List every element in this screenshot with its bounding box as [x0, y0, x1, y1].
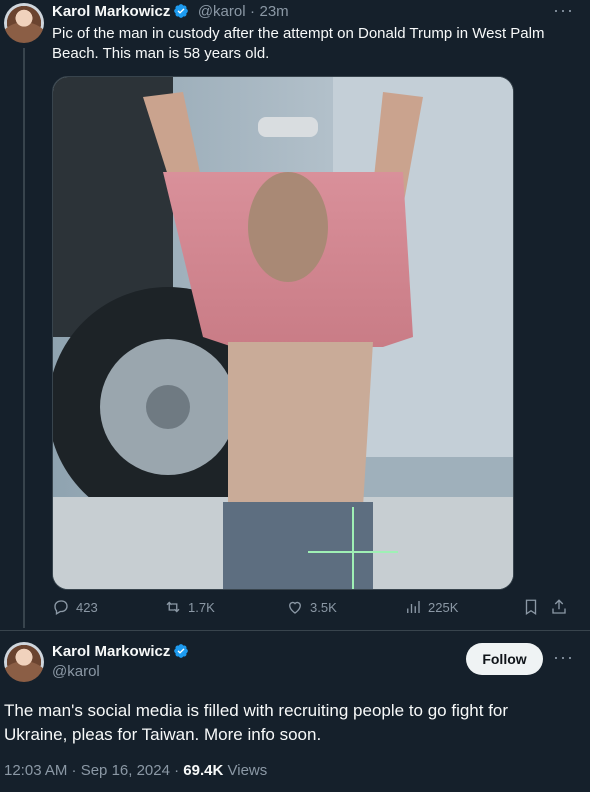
main-tweet-text: The man's social media is filled with re… — [4, 701, 509, 744]
repost-icon — [166, 601, 180, 613]
tweet-time[interactable]: 23m — [259, 3, 288, 20]
more-horizontal-icon[interactable]: ··· — [553, 647, 574, 668]
tweet-meta: 12:03 AM · Sep 16, 2024 · 69.4K Views — [4, 762, 267, 779]
views-chart-icon — [407, 601, 420, 613]
tweet-header: Karol Markowicz @karol · 23m — [52, 3, 289, 21]
reply-count: 423 — [76, 599, 98, 615]
tweet-actions: 423 1.7K 3.5K 225K — [52, 598, 572, 620]
verified-badge-icon — [173, 643, 189, 659]
author-handle[interactable]: @karol — [198, 3, 246, 20]
author-handle[interactable]: @karol — [52, 663, 189, 680]
divider — [0, 630, 590, 631]
photo-illustration — [53, 77, 513, 589]
views-label: Views — [227, 762, 268, 779]
main-tweet-author: Karol Markowicz @karol — [52, 643, 189, 680]
bookmark-icon — [525, 599, 537, 616]
avatar[interactable] — [4, 642, 44, 682]
views-count: 225K — [428, 599, 459, 615]
views-button[interactable]: 225K — [404, 598, 458, 616]
share-button[interactable] — [550, 598, 568, 616]
tweet-timestamp[interactable]: 12:03 AM · Sep 16, 2024 — [4, 762, 170, 779]
heart-icon — [289, 601, 301, 614]
follow-button[interactable]: Follow — [466, 643, 543, 675]
like-button[interactable]: 3.5K — [286, 598, 337, 616]
more-horizontal-icon[interactable]: ··· — [553, 0, 574, 21]
reply-icon — [54, 600, 68, 615]
separator: · — [174, 762, 180, 779]
tweet-text: Pic of the man in custody after the atte… — [52, 25, 545, 62]
author-name[interactable]: Karol Markowicz — [52, 643, 170, 660]
share-icon — [552, 599, 566, 614]
like-count: 3.5K — [310, 599, 337, 615]
bookmark-button[interactable] — [522, 598, 540, 616]
views-count: 69.4K — [183, 762, 224, 779]
verified-badge-icon — [173, 3, 189, 19]
separator: · — [250, 3, 256, 20]
thread-line — [23, 48, 25, 628]
author-name[interactable]: Karol Markowicz — [52, 3, 170, 20]
avatar[interactable] — [4, 3, 44, 43]
tweet-image[interactable] — [52, 76, 514, 590]
repost-button[interactable]: 1.7K — [164, 598, 215, 616]
reply-button[interactable]: 423 — [52, 598, 98, 616]
repost-count: 1.7K — [188, 599, 215, 615]
